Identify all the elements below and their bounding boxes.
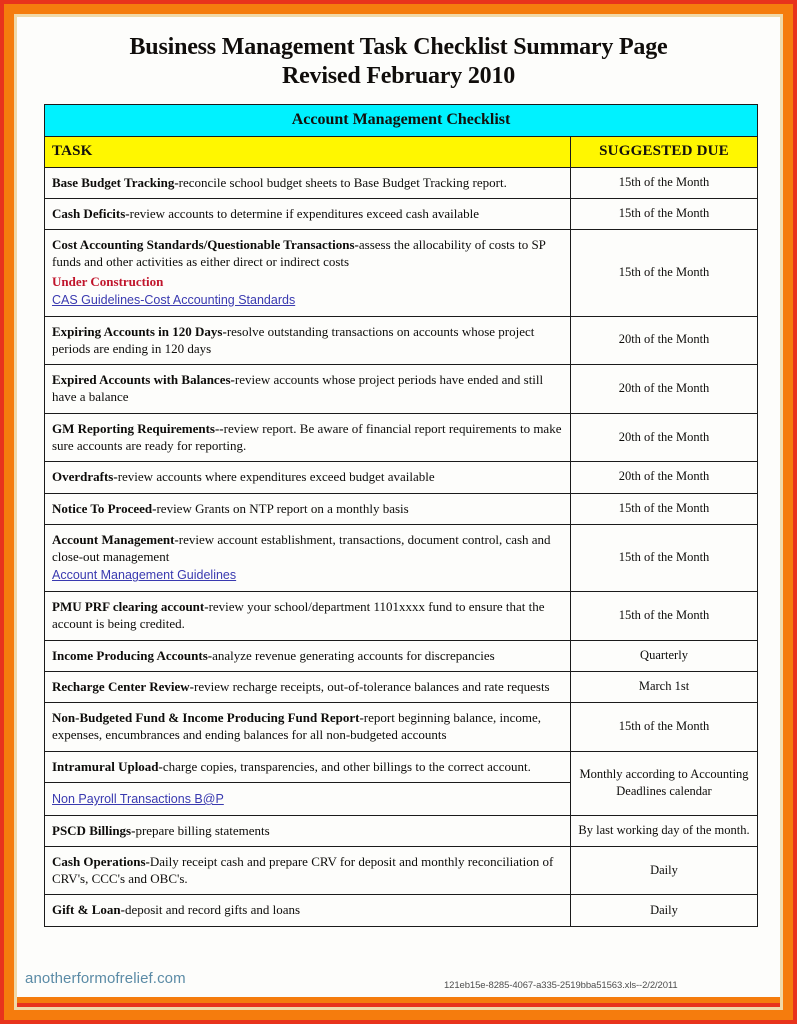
- task-lead: Income Producing Accounts-: [52, 647, 213, 663]
- table-row: PMU PRF clearing account-review your sch…: [44, 591, 759, 641]
- due-cell: Monthly according to Accounting Deadline…: [569, 750, 759, 816]
- due-cell: 15th of the Month: [569, 197, 759, 231]
- page-title-line-2: Revised February 2010: [281, 63, 516, 90]
- task-cell: Notice To Proceed-review Grants on NTP r…: [44, 492, 571, 525]
- due-cell: 15th of the Month: [569, 229, 759, 317]
- due-cell: 15th of the Month: [569, 492, 759, 525]
- task-cell: Account Management-review account establ…: [44, 523, 571, 593]
- task-cell: Cash Deficits-review accounts to determi…: [44, 197, 571, 231]
- page-frame-bottom-band: [17, 997, 780, 1007]
- checklist-table: Account Management Checklist TASK SUGGES…: [43, 103, 759, 927]
- page-frame: Business Management Task Checklist Summa…: [0, 0, 797, 1024]
- task-cell: Recharge Center Review-review recharge r…: [44, 670, 571, 704]
- task-cell: Expiring Accounts in 120 Days-resolve ou…: [44, 315, 571, 366]
- page-title-line-1: Business Management Task Checklist Summa…: [129, 34, 668, 60]
- task-lead: Expired Accounts with Balances-: [52, 372, 235, 388]
- task-cell: Expired Accounts with Balances-review ac…: [44, 364, 571, 414]
- table-row: Notice To Proceed-review Grants on NTP r…: [44, 492, 759, 525]
- checklist-banner: Account Management Checklist: [43, 103, 759, 137]
- due-cell: 20th of the Month: [569, 364, 759, 414]
- due-cell: 20th of the Month: [569, 461, 759, 494]
- page-sheet: Business Management Task Checklist Summa…: [17, 17, 780, 1007]
- checklist-table-container: Account Management Checklist TASK SUGGES…: [43, 103, 759, 927]
- task-lead: Intramural Upload-: [52, 758, 163, 774]
- task-cell: Non Payroll Transactions B@P: [44, 781, 571, 816]
- task-lead: Cash Deficits-: [52, 205, 130, 221]
- due-cell: 15th of the Month: [569, 591, 759, 641]
- due-cell: 15th of the Month: [569, 702, 759, 752]
- table-row: Overdrafts-review accounts where expendi…: [44, 461, 759, 494]
- task-lead: Account Management-: [52, 531, 179, 547]
- due-cell: 15th of the Month: [569, 166, 759, 199]
- table-row: PSCD Billings-prepare billing statements…: [44, 814, 759, 847]
- table-row: Cash Deficits-review accounts to determi…: [44, 197, 759, 231]
- file-stamp: 121eb15e-8285-4067-a335-2519bba51563.xls…: [444, 980, 678, 991]
- table-row: Expiring Accounts in 120 Days-resolve ou…: [44, 315, 759, 366]
- task-lead: Gift & Loan-: [52, 902, 125, 918]
- task-lead: Expiring Accounts in 120 Days-: [52, 323, 227, 339]
- cas-guidelines-link[interactable]: CAS Guidelines-Cost Accounting Standards: [52, 292, 295, 309]
- due-cell: 20th of the Month: [569, 412, 759, 463]
- task-body: review accounts to determine if expendit…: [129, 205, 480, 221]
- due-cell: 15th of the Month: [569, 523, 759, 593]
- table-row: Non-Budgeted Fund & Income Producing Fun…: [44, 702, 759, 752]
- task-body: deposit and record gifts and loans: [124, 902, 301, 918]
- due-cell: 20th of the Month: [569, 315, 759, 366]
- task-cell: PSCD Billings-prepare billing statements: [44, 814, 571, 847]
- task-lead: GM Reporting Requirements--: [52, 420, 224, 436]
- task-cell: PMU PRF clearing account-review your sch…: [44, 591, 571, 641]
- task-lead: PSCD Billings-: [52, 822, 136, 838]
- table-row: Cash Operations-Daily receipt cash and p…: [44, 845, 759, 896]
- page-footer: anotherformofrelief.com 121eb15e-8285-40…: [17, 959, 780, 993]
- task-cell: Income Producing Accounts-analyze revenu…: [44, 639, 571, 672]
- table-row: Recharge Center Review-review recharge r…: [44, 670, 759, 704]
- under-construction-note: Under Construction: [52, 273, 164, 289]
- task-lead: Cost Accounting Standards/Questionable T…: [52, 237, 359, 253]
- column-header-due: SUGGESTED DUE: [569, 135, 759, 168]
- due-cell: Daily: [569, 845, 759, 896]
- task-body: review Grants on NTP report on a monthly…: [156, 500, 409, 516]
- site-watermark: anotherformofrelief.com: [25, 970, 186, 987]
- task-lead: Base Budget Tracking-: [52, 174, 179, 190]
- table-header-row: TASK SUGGESTED DUE: [44, 135, 759, 168]
- column-header-task: TASK: [44, 135, 571, 168]
- task-body: analyze revenue generating accounts for …: [212, 647, 495, 663]
- table-row: Base Budget Tracking-reconcile school bu…: [44, 166, 759, 199]
- task-lead: Overdrafts-: [52, 469, 118, 485]
- task-lead: Recharge Center Review-: [52, 678, 194, 694]
- task-cell: Non-Budgeted Fund & Income Producing Fun…: [44, 702, 571, 752]
- task-lead: PMU PRF clearing account-: [52, 599, 209, 614]
- table-row: Gift & Loan-deposit and record gifts and…: [44, 894, 759, 927]
- table-row: Account Management-review account establ…: [44, 523, 759, 593]
- table-row: GM Reporting Requirements--review report…: [44, 412, 759, 463]
- task-cell: GM Reporting Requirements--review report…: [44, 412, 571, 463]
- table-row: Cost Accounting Standards/Questionable T…: [44, 229, 759, 317]
- task-body: prepare billing statements: [135, 822, 270, 838]
- due-cell: Daily: [569, 894, 759, 927]
- account-management-guidelines-link[interactable]: Account Management Guidelines: [52, 567, 236, 584]
- due-cell: March 1st: [569, 670, 759, 704]
- task-cell: Gift & Loan-deposit and record gifts and…: [44, 894, 571, 927]
- table-row: Income Producing Accounts-analyze revenu…: [44, 639, 759, 672]
- task-body: charge copies, transparencies, and other…: [162, 758, 531, 774]
- table-row: Expired Accounts with Balances-review ac…: [44, 364, 759, 414]
- task-lead: Cash Operations-: [52, 853, 150, 869]
- due-cell: Quarterly: [569, 639, 759, 672]
- task-body: review accounts where expenditures excee…: [117, 469, 435, 485]
- task-lead: Notice To Proceed-: [52, 500, 157, 516]
- non-payroll-transactions-link[interactable]: Non Payroll Transactions B@P: [52, 791, 224, 808]
- table-banner-row: Account Management Checklist: [43, 103, 759, 137]
- due-cell: By last working day of the month.: [569, 814, 759, 847]
- page-title: Business Management Task Checklist Summa…: [41, 33, 756, 92]
- table-row: Intramural Upload-charge copies, transpa…: [44, 750, 759, 816]
- task-cell: Cash Operations-Daily receipt cash and p…: [44, 845, 571, 896]
- task-cell: Base Budget Tracking-reconcile school bu…: [44, 166, 571, 199]
- task-cell: Cost Accounting Standards/Questionable T…: [44, 229, 571, 317]
- task-lead: Non-Budgeted Fund & Income Producing Fun…: [52, 710, 364, 726]
- task-cell: Overdrafts-review accounts where expendi…: [44, 461, 571, 494]
- task-body: reconcile school budget sheets to Base B…: [178, 174, 507, 190]
- task-cell: Intramural Upload-charge copies, transpa…: [44, 750, 571, 783]
- task-body: review recharge receipts, out-of-toleran…: [193, 678, 550, 694]
